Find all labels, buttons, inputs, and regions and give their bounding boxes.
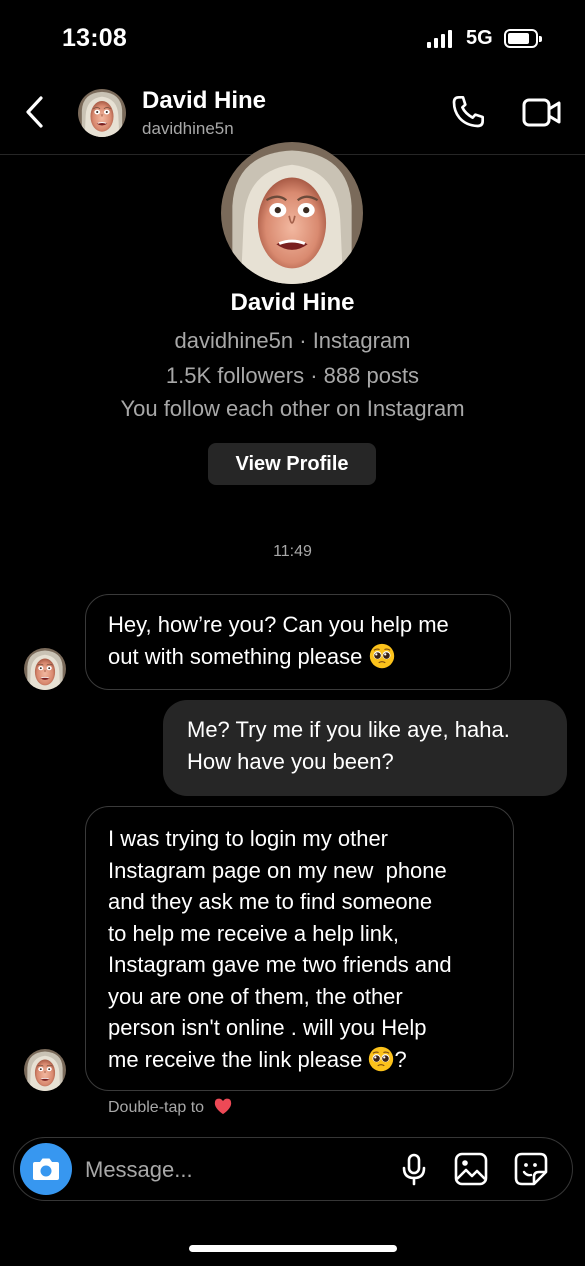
- message-line: I was trying to login my other: [108, 826, 389, 851]
- camera-icon: [33, 1158, 59, 1180]
- message-line: out with something please: [108, 641, 488, 673]
- incoming-message-bubble[interactable]: Hey, how’re you? Can you help me out wit…: [85, 594, 511, 690]
- sticker-icon[interactable]: [513, 1151, 549, 1187]
- header-contact-name[interactable]: David Hine: [142, 87, 266, 115]
- message-text: me receive the link please: [108, 1046, 363, 1072]
- view-profile-button[interactable]: View Profile: [208, 443, 376, 485]
- signal-strength-icon: [427, 30, 453, 48]
- header-avatar[interactable]: [78, 89, 126, 137]
- message-timestamp: 11:49: [273, 543, 312, 560]
- message-avatar[interactable]: [24, 1049, 66, 1091]
- microphone-icon[interactable]: [396, 1151, 432, 1187]
- status-time: 13:08: [62, 24, 127, 52]
- outgoing-message-bubble[interactable]: Me? Try me if you like aye, haha. How ha…: [163, 700, 567, 796]
- pleading-face-emoji: [368, 1046, 394, 1072]
- incoming-message-bubble[interactable]: I was trying to login my other Instagram…: [85, 806, 514, 1091]
- pleading-face-emoji: [369, 643, 395, 669]
- message-line: Instagram gave me two friends and: [108, 952, 452, 977]
- double-tap-hint: Double-tap to: [108, 1097, 233, 1117]
- video-camera-icon[interactable]: [520, 93, 564, 133]
- message-line: Me? Try me if you like aye, haha.: [187, 717, 510, 742]
- profile-mutual-line: You follow each other on Instagram: [120, 396, 465, 421]
- header-username[interactable]: davidhine5n: [142, 119, 234, 139]
- message-line: person isn't online . will you Help: [108, 1015, 427, 1040]
- message-line: to help me receive a help link,: [108, 920, 400, 946]
- back-chevron-icon[interactable]: [22, 94, 50, 130]
- profile-handle-line: davidhine5n · Instagram: [174, 328, 411, 353]
- message-line: and they ask me to find someone: [108, 889, 433, 914]
- message-line: Instagram page on my new phone: [108, 857, 447, 883]
- home-indicator[interactable]: [189, 1245, 397, 1252]
- message-line: Hey, how’re you? Can you help me: [108, 612, 449, 637]
- message-line: How have you been?: [187, 748, 394, 774]
- phone-icon[interactable]: [448, 92, 488, 132]
- message-line: you are one of them, the other: [108, 983, 403, 1009]
- message-line: me receive the link please ?: [108, 1044, 491, 1076]
- gallery-icon[interactable]: [453, 1151, 489, 1187]
- message-input[interactable]: [85, 1153, 375, 1187]
- message-text: out with something please: [108, 643, 363, 669]
- message-text-tail: ?: [394, 1046, 407, 1072]
- message-avatar[interactable]: [24, 648, 66, 690]
- double-tap-text: Double-tap to: [108, 1099, 205, 1116]
- profile-avatar[interactable]: [221, 142, 363, 284]
- network-type: 5G: [466, 27, 493, 49]
- profile-stats-line: 1.5K followers · 888 posts: [165, 363, 420, 388]
- camera-button[interactable]: [20, 1143, 72, 1195]
- profile-name: David Hine: [230, 289, 355, 316]
- battery-icon: [504, 29, 542, 48]
- heart-icon: [214, 1098, 231, 1115]
